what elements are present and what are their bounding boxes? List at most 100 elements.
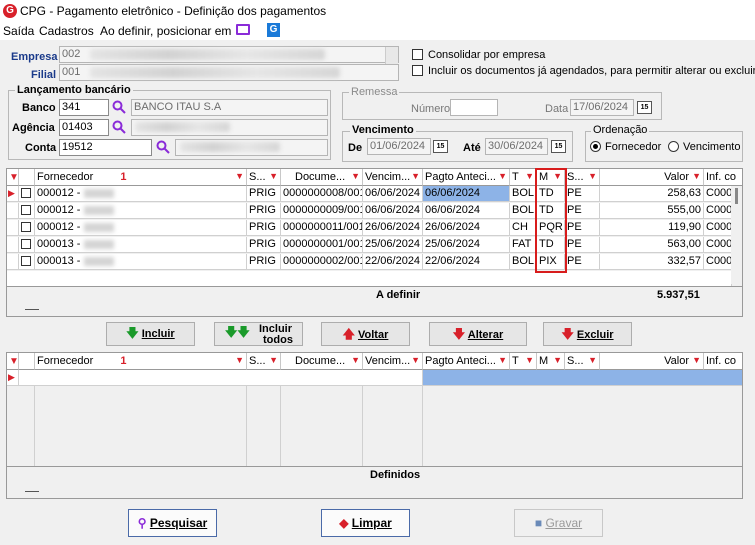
venc-ate-field[interactable]: 30/06/2024 (485, 138, 548, 155)
grid-bottom-selected-cell[interactable] (423, 370, 742, 386)
row-t-cell[interactable]: BOL (510, 254, 537, 270)
row-checkbox[interactable] (21, 188, 31, 198)
grid-bottom-header-vencimento[interactable]: Vencim... ▼ (363, 353, 423, 370)
venc-ate-calendar-icon[interactable]: 15 (551, 140, 566, 153)
row-pagto-cell[interactable]: 25/06/2024 (423, 237, 510, 253)
row-documento-cell[interactable]: 0000000009/001 (281, 203, 363, 219)
excluir-button[interactable]: 🡇 Excluir (543, 322, 632, 346)
grid-bottom-header-s2[interactable]: S... ▼ (565, 353, 600, 370)
grid-top-empty-row[interactable] (7, 271, 732, 287)
row-checkbox[interactable] (21, 256, 31, 266)
row-fornecedor-cell[interactable]: 000012 - (35, 203, 247, 219)
row-pagto-cell[interactable]: 06/06/2024 (423, 203, 510, 219)
grid-top-vscroll[interactable] (731, 186, 742, 284)
row-fornecedor-cell[interactable]: 000013 - (35, 237, 247, 253)
grid-bottom-header-valor[interactable]: Valor ▼ (600, 353, 704, 370)
row-s2-cell[interactable]: PE (565, 220, 600, 236)
row-s-cell[interactable]: PRIG (247, 203, 281, 219)
grid-top-header-t[interactable]: T ▼ (510, 169, 537, 186)
row-valor-cell[interactable]: 332,57 (600, 254, 704, 270)
grid-top-header-documento[interactable]: Docume... ▼ (281, 169, 363, 186)
row-documento-cell[interactable]: 0000000001/001 (281, 237, 363, 253)
ordenacao-fornecedor-radio[interactable] (590, 141, 601, 152)
remessa-data-field[interactable]: 17/06/2024 (570, 99, 634, 116)
row-vencimento-cell[interactable]: 06/06/2024 (363, 203, 423, 219)
conta-search-icon[interactable] (156, 140, 170, 154)
grid-top-header-infco[interactable]: Inf. co (704, 169, 742, 186)
row-valor-cell[interactable]: 258,63 (600, 186, 704, 202)
row-checkbox[interactable] (21, 239, 31, 249)
consolidar-checkbox[interactable] (412, 49, 423, 60)
row-fornecedor-cell[interactable]: 000012 - (35, 220, 247, 236)
gravar-button[interactable]: ■ Gravar (514, 509, 603, 537)
grid-bottom-header-t[interactable]: T ▼ (510, 353, 537, 370)
row-pagto-cell[interactable]: 06/06/2024 (423, 186, 510, 202)
row-s2-cell[interactable]: PE (565, 254, 600, 270)
venc-de-calendar-icon[interactable]: 15 (433, 140, 448, 153)
numero-field[interactable] (450, 99, 498, 116)
monitor-icon[interactable] (236, 24, 250, 35)
grid-bottom-empty-row[interactable] (19, 370, 423, 386)
row-fornecedor-cell[interactable]: 000012 - (35, 186, 247, 202)
incluir-todos-button[interactable]: 🡇🡇 Incluir todos (214, 322, 303, 346)
row-t-cell[interactable]: FAT (510, 237, 537, 253)
menu-posicionar[interactable]: Ao definir, posicionar em (100, 24, 231, 38)
row-pagto-cell[interactable]: 26/06/2024 (423, 220, 510, 236)
row-valor-cell[interactable]: 563,00 (600, 237, 704, 253)
conta-field[interactable]: 19512 (59, 139, 152, 156)
row-documento-cell[interactable]: 0000000002/001 (281, 254, 363, 270)
pesquisar-button[interactable]: ⚲ Pesquisar (128, 509, 217, 537)
row-valor-cell[interactable]: 555,00 (600, 203, 704, 219)
agencia-field[interactable]: 01403 (59, 119, 109, 136)
grid-top-header-s2[interactable]: S... ▼ (565, 169, 600, 186)
incluir-button[interactable]: 🡇 Incluir (106, 322, 195, 346)
row-s2-cell[interactable]: PE (565, 237, 600, 253)
remessa-calendar-icon[interactable]: 15 (637, 101, 652, 114)
grid-bottom-header-pagto[interactable]: Pagto Anteci... ▼ (423, 353, 510, 370)
row-checkbox[interactable] (21, 222, 31, 232)
row-t-cell[interactable]: BOL (510, 186, 537, 202)
row-checkbox[interactable] (21, 205, 31, 215)
row-vencimento-cell[interactable]: 22/06/2024 (363, 254, 423, 270)
row-s-cell[interactable]: PRIG (247, 220, 281, 236)
agencia-search-icon[interactable] (112, 120, 126, 134)
row-t-cell[interactable]: CH (510, 220, 537, 236)
grid-top-header-valor[interactable]: Valor ▼ (600, 169, 704, 186)
grid-top-header-vencimento[interactable]: Vencim... ▼ (363, 169, 423, 186)
menu-cadastros[interactable]: Cadastros (39, 24, 94, 38)
grid-bottom-header-fornecedor[interactable]: Fornecedor 1 ▼ (35, 353, 247, 370)
grid-top-header-pagto[interactable]: Pagto Anteci... ▼ (423, 169, 510, 186)
grid-top-header-s[interactable]: S... ▼ (247, 169, 281, 186)
row-s-cell[interactable]: PRIG (247, 237, 281, 253)
g-app-icon[interactable]: G (267, 23, 280, 37)
row-documento-cell[interactable]: 0000000008/001 (281, 186, 363, 202)
row-vencimento-cell[interactable]: 06/06/2024 (363, 186, 423, 202)
row-s2-cell[interactable]: PE (565, 186, 600, 202)
grid-bottom-scroll-handle[interactable] (25, 491, 39, 492)
grid-top-header-fornecedor[interactable]: Fornecedor 1 ▼ (35, 169, 247, 186)
grid-bottom-header-documento[interactable]: Docume... ▼ (281, 353, 363, 370)
banco-field[interactable]: 341 (59, 99, 109, 116)
row-s2-cell[interactable]: PE (565, 203, 600, 219)
voltar-button[interactable]: 🡅 Voltar (321, 322, 410, 346)
grid-bottom-header-infco[interactable]: Inf. co (704, 353, 742, 370)
limpar-button[interactable]: ◆ Limpar (321, 509, 410, 537)
row-documento-cell[interactable]: 0000000011/001 (281, 220, 363, 236)
row-pagto-cell[interactable]: 22/06/2024 (423, 254, 510, 270)
menu-saida[interactable]: Saída (3, 24, 34, 38)
ordenacao-vencimento-radio[interactable] (668, 141, 679, 152)
banco-search-icon[interactable] (112, 100, 126, 114)
alterar-button[interactable]: 🡇 Alterar (429, 322, 527, 346)
grid-bottom-header-m[interactable]: M ▼ (537, 353, 565, 370)
row-fornecedor-cell[interactable]: 000013 - (35, 254, 247, 270)
row-s-cell[interactable]: PRIG (247, 186, 281, 202)
row-valor-cell[interactable]: 119,90 (600, 220, 704, 236)
grid-bottom-header-s[interactable]: S... ▼ (247, 353, 281, 370)
row-vencimento-cell[interactable]: 25/06/2024 (363, 237, 423, 253)
row-s-cell[interactable]: PRIG (247, 254, 281, 270)
row-t-cell[interactable]: BOL (510, 203, 537, 219)
incluir-agendados-checkbox[interactable] (412, 65, 423, 76)
grid-top-scroll-handle[interactable] (25, 309, 39, 310)
row-vencimento-cell[interactable]: 26/06/2024 (363, 220, 423, 236)
venc-de-field[interactable]: 01/06/2024 (367, 138, 431, 155)
